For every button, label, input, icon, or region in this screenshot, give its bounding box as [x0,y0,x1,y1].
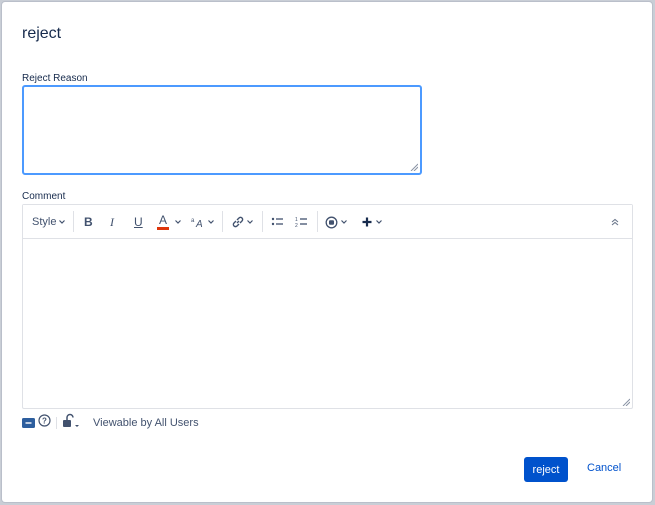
toolbar-divider [262,211,263,232]
help-icon[interactable]: ? [38,414,51,427]
text-color-icon: A [157,214,170,230]
resize-grip-icon[interactable] [410,163,418,171]
chevron-down-icon [341,220,347,224]
link-icon [232,216,244,228]
cancel-button[interactable]: Cancel [587,462,621,474]
editor-toolbar: Style B I U A a A 1 2 [23,205,632,239]
bold-icon: B [84,215,93,229]
svg-text:A: A [195,219,203,228]
chevron-down-icon [208,220,214,224]
bullet-list-button[interactable] [271,211,285,233]
comment-label: Comment [22,191,66,202]
toolbar-divider [222,211,223,232]
underline-button[interactable]: U [134,211,143,233]
dialog-title: reject [22,25,62,42]
chevron-down-icon [175,220,181,224]
footer-divider [56,417,57,429]
link-button[interactable] [231,211,254,233]
chevron-down-icon [376,220,382,224]
reject-dialog: reject Reject Reason Comment Style B I U [2,2,652,502]
insert-more-icon [362,217,372,227]
emoji-button[interactable] [325,211,348,233]
text-format-button[interactable]: a A [191,211,215,233]
numbered-list-icon: 1 2 [295,217,307,228]
insert-more-button[interactable] [361,211,383,233]
text-color-button[interactable]: A [157,211,182,233]
bullet-list-icon [271,217,283,226]
svg-text:?: ? [42,417,47,426]
collapse-toolbar-icon [611,218,619,226]
toolbar-divider [317,211,318,232]
emoji-icon [325,216,338,228]
reject-button[interactable]: reject [524,457,568,482]
resize-grip-icon[interactable] [622,398,630,406]
italic-button[interactable]: I [110,211,114,233]
chevron-down-icon [59,220,66,224]
collapse-toolbar-button[interactable] [610,211,620,233]
svg-text:2: 2 [295,223,298,228]
minimize-editor-icon[interactable] [22,418,35,428]
unlock-icon[interactable] [62,413,82,429]
reject-reason-label: Reject Reason [22,73,88,84]
italic-icon: I [110,214,114,229]
bold-button[interactable]: B [84,211,93,233]
text-format-icon: a A [191,218,203,228]
numbered-list-button[interactable]: 1 2 [295,211,309,233]
chevron-down-icon [247,220,253,224]
underline-icon: U [134,215,143,229]
visibility-label[interactable]: Viewable by All Users [93,417,199,429]
style-dropdown[interactable]: Style [32,211,66,233]
toolbar-divider [73,211,74,232]
svg-text:a: a [191,218,195,224]
reject-reason-textarea[interactable] [22,85,422,175]
style-label: Style [32,216,57,228]
comment-editor[interactable]: Style B I U A a A 1 2 [22,204,633,409]
